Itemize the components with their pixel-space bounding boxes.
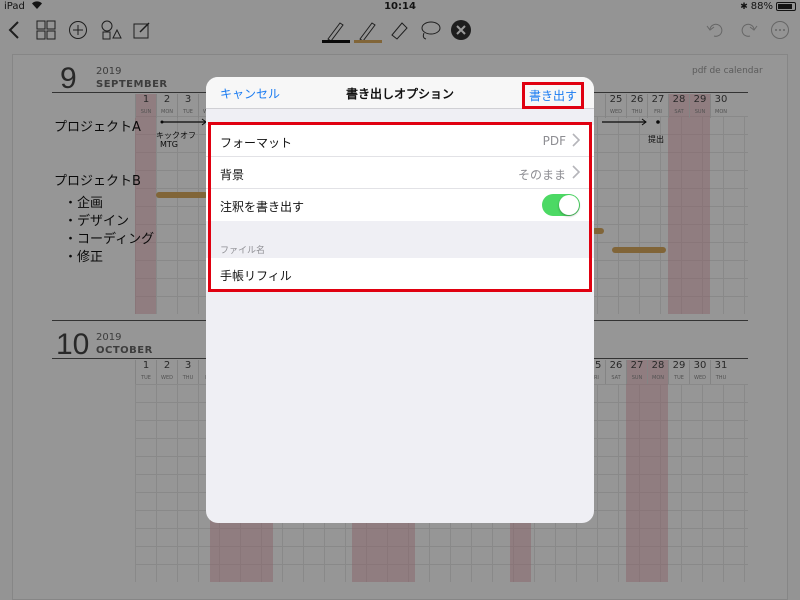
format-value: PDF: [542, 134, 566, 148]
options-section: フォーマット PDF 背景 そのまま 注釈を書き出す: [206, 125, 594, 221]
background-value: そのまま: [517, 168, 566, 182]
toggle-knob: [559, 195, 579, 215]
export-annotations-toggle[interactable]: [542, 194, 580, 216]
background-label: 背景: [220, 168, 245, 182]
background-row[interactable]: 背景 そのまま: [206, 157, 594, 189]
filename-caption: ファイル名: [220, 246, 266, 256]
export-annotations-row: 注釈を書き出す: [206, 189, 594, 221]
chevron-right-icon: [572, 133, 581, 151]
export-button[interactable]: 書き出す: [521, 82, 584, 109]
export-options-dialog: キャンセル 書き出しオプション 書き出す フォーマット PDF 背景 そのまま …: [206, 77, 594, 523]
chevron-right-icon: [572, 165, 581, 183]
export-annotations-label: 注釈を書き出す: [220, 200, 305, 214]
filename-row[interactable]: 手帳リフィル: [206, 258, 594, 290]
format-row[interactable]: フォーマット PDF: [206, 125, 594, 157]
filename-input[interactable]: 手帳リフィル: [220, 267, 292, 284]
dialog-header: キャンセル 書き出しオプション 書き出す: [206, 77, 594, 109]
format-label: フォーマット: [220, 136, 293, 150]
filename-section: 手帳リフィル: [206, 258, 594, 290]
